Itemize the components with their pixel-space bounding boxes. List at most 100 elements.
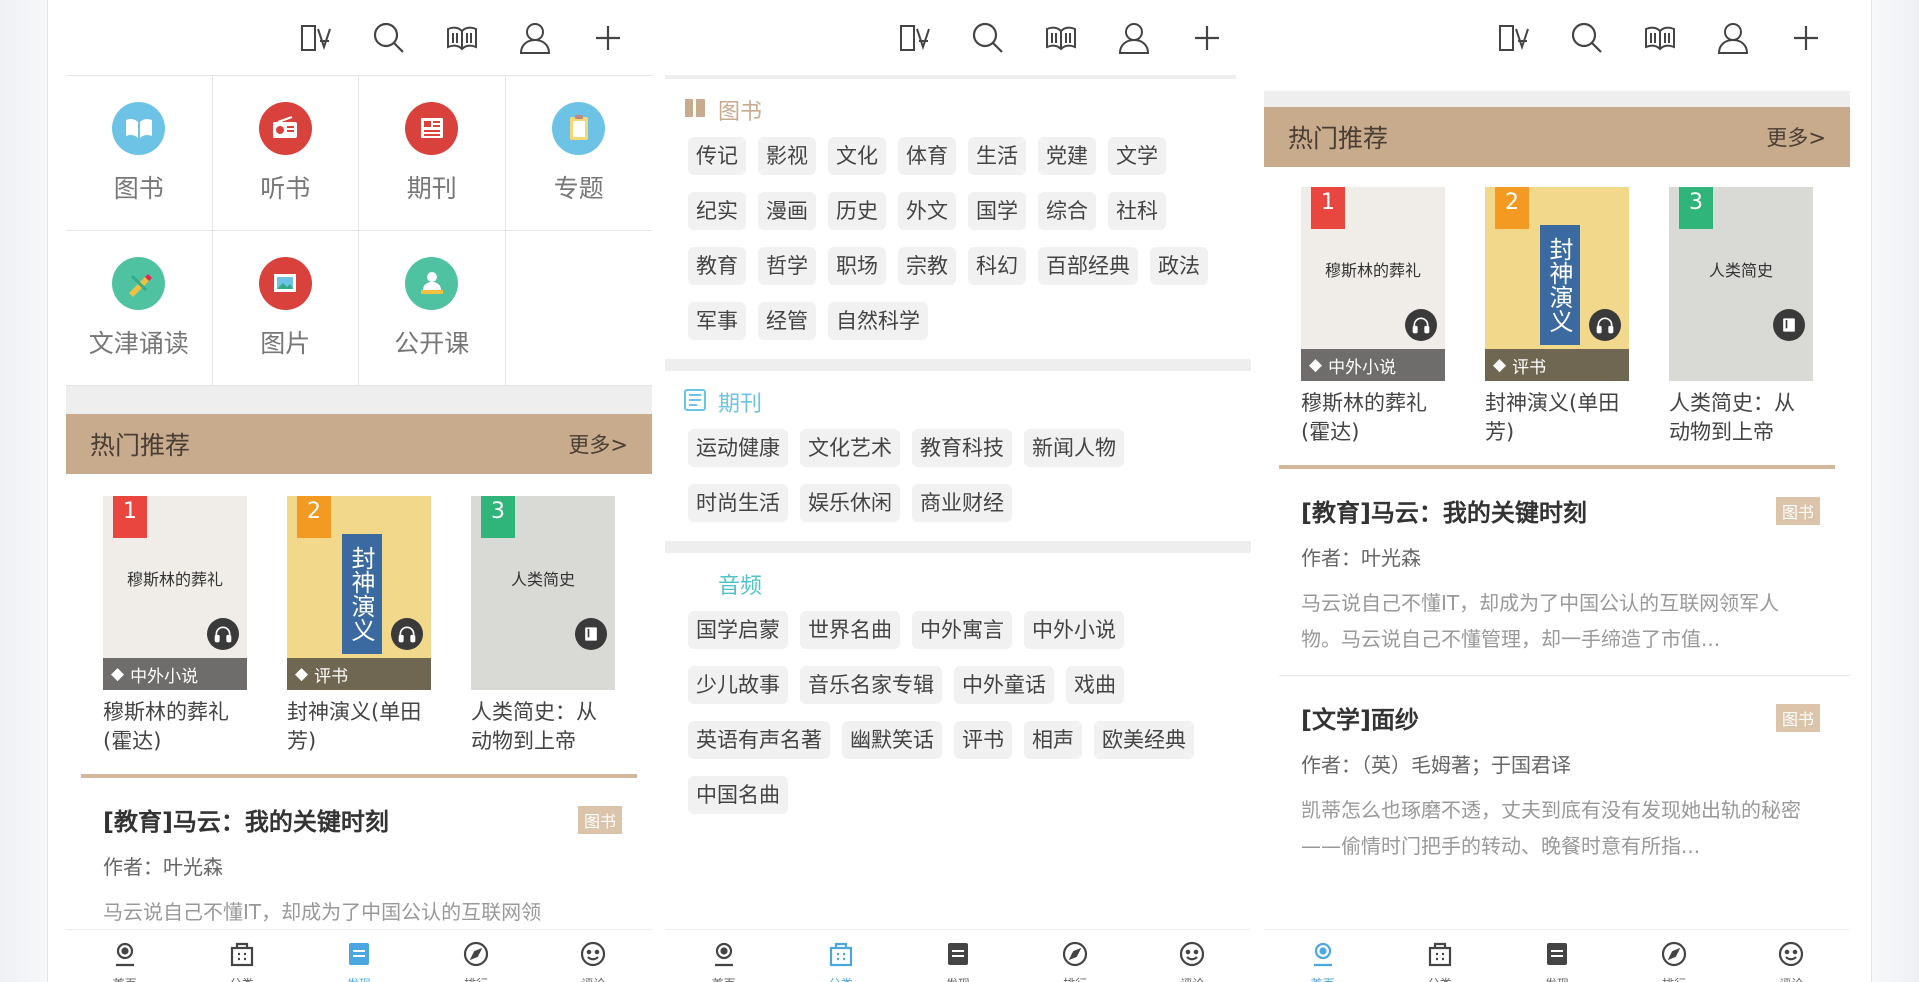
nav-discover[interactable]: 发现: [928, 930, 988, 982]
user-icon[interactable]: [498, 0, 571, 75]
book-cover[interactable]: 人类简史 3: [1669, 187, 1813, 381]
category-tag[interactable]: 中外童话: [954, 666, 1054, 704]
nav-category[interactable]: 分类: [1410, 930, 1470, 982]
book-card[interactable]: 封神演义 2 ◆ 评书 封神演义(单田芳): [287, 496, 431, 756]
book-cover[interactable]: 人类简史 3: [471, 496, 615, 690]
category-tag[interactable]: 文化: [828, 137, 886, 175]
category-tag[interactable]: 文学: [1108, 137, 1166, 175]
font-icon[interactable]: [279, 0, 352, 75]
nav-compass[interactable]: 排行: [1644, 930, 1704, 982]
grid-item[interactable]: 图书: [66, 76, 213, 231]
book-open-icon[interactable]: [1623, 0, 1696, 75]
category-tag[interactable]: 欧美经典: [1094, 721, 1194, 759]
category-tag[interactable]: 体育: [898, 137, 956, 175]
nav-home[interactable]: 首页: [694, 930, 754, 982]
nav-smile[interactable]: 评论: [1761, 930, 1821, 982]
category-tag[interactable]: 哲学: [758, 247, 816, 285]
article-item[interactable]: [文学]面纱 图书 作者：（英）毛姆著；于国君译 凯蒂怎么也琢磨不透，丈夫到底有没有发…: [1264, 676, 1850, 864]
category-tag[interactable]: 社科: [1108, 192, 1166, 230]
grid-item[interactable]: 专题: [505, 76, 652, 231]
category-tag[interactable]: 国学: [968, 192, 1026, 230]
font-icon[interactable]: [878, 0, 951, 75]
nav-compass[interactable]: 排行: [446, 930, 506, 982]
category-tag[interactable]: 商业财经: [912, 484, 1012, 522]
book-cover[interactable]: 封神演义 2 ◆ 评书: [287, 496, 431, 690]
grid-item[interactable]: 图片: [212, 231, 359, 386]
category-tag[interactable]: 职场: [828, 247, 886, 285]
category-tag[interactable]: 宗教: [898, 247, 956, 285]
category-tag[interactable]: 英语有声名著: [688, 721, 830, 759]
book-open-icon[interactable]: [425, 0, 498, 75]
category-tag[interactable]: 教育: [688, 247, 746, 285]
search-icon[interactable]: [352, 0, 425, 75]
category-tag[interactable]: 党建: [1038, 137, 1096, 175]
category-tag[interactable]: 教育科技: [912, 429, 1012, 467]
nav-home[interactable]: 首页: [1293, 930, 1353, 982]
category-tag[interactable]: 经管: [758, 302, 816, 340]
article-item[interactable]: [教育]马云：我的关键时刻 图书 作者：叶光森 马云说自己不懂IT，却成为了中国…: [66, 778, 652, 930]
category-tag[interactable]: 戏曲: [1066, 666, 1124, 704]
category-tag[interactable]: 历史: [828, 192, 886, 230]
category-tag[interactable]: 综合: [1038, 192, 1096, 230]
category-tag[interactable]: 自然科学: [828, 302, 928, 340]
category-tag[interactable]: 外文: [898, 192, 956, 230]
nav-category[interactable]: 分类: [212, 930, 272, 982]
category-tag[interactable]: 百部经典: [1038, 247, 1138, 285]
category-tag[interactable]: 幽默笑话: [842, 721, 942, 759]
category-tag[interactable]: 少儿故事: [688, 666, 788, 704]
category-tag[interactable]: 世界名曲: [800, 611, 900, 649]
book-card[interactable]: 穆斯林的葬礼 1 ◆ 中外小说 穆斯林的葬礼(霍达): [1301, 187, 1445, 447]
book-icon[interactable]: [1773, 309, 1805, 341]
user-icon[interactable]: [1696, 0, 1769, 75]
category-tag[interactable]: 军事: [688, 302, 746, 340]
book-cover[interactable]: 封神演义 2 ◆ 评书: [1485, 187, 1629, 381]
category-tag[interactable]: 娱乐休闲: [800, 484, 900, 522]
headphones-icon[interactable]: [391, 618, 423, 650]
book-cover[interactable]: 穆斯林的葬礼 1 ◆ 中外小说: [103, 496, 247, 690]
category-tag[interactable]: 中外寓言: [912, 611, 1012, 649]
nav-discover[interactable]: 发现: [329, 930, 389, 982]
category-tag[interactable]: 音乐名家专辑: [800, 666, 942, 704]
nav-compass[interactable]: 排行: [1045, 930, 1105, 982]
grid-item[interactable]: 公开课: [359, 231, 506, 386]
nav-category[interactable]: 分类: [811, 930, 871, 982]
category-tag[interactable]: 评书: [954, 721, 1012, 759]
search-icon[interactable]: [951, 0, 1024, 75]
category-tag[interactable]: 科幻: [968, 247, 1026, 285]
more-link[interactable]: 更多>: [568, 429, 628, 459]
category-tag[interactable]: 政法: [1150, 247, 1208, 285]
category-tag[interactable]: 纪实: [688, 192, 746, 230]
book-card[interactable]: 封神演义 2 ◆ 评书 封神演义(单田芳): [1485, 187, 1629, 447]
book-card[interactable]: 人类简史 3 人类简史：从动物到上帝: [1669, 187, 1813, 447]
grid-item[interactable]: 文津诵读: [66, 231, 213, 386]
grid-item[interactable]: 听书: [212, 76, 359, 231]
category-tag[interactable]: 文化艺术: [800, 429, 900, 467]
category-tag[interactable]: 运动健康: [688, 429, 788, 467]
headphones-icon[interactable]: [1589, 309, 1621, 341]
headphones-icon[interactable]: [1405, 309, 1437, 341]
plus-icon[interactable]: [571, 0, 644, 75]
nav-smile[interactable]: 评论: [563, 930, 623, 982]
category-tag[interactable]: 新闻人物: [1024, 429, 1124, 467]
category-tag[interactable]: 中外小说: [1024, 611, 1124, 649]
book-cover[interactable]: 穆斯林的葬礼 1 ◆ 中外小说: [1301, 187, 1445, 381]
category-tag[interactable]: 时尚生活: [688, 484, 788, 522]
category-tag[interactable]: 相声: [1024, 721, 1082, 759]
category-tag[interactable]: 影视: [758, 137, 816, 175]
grid-item[interactable]: 期刊: [359, 76, 506, 231]
nav-smile[interactable]: 评论: [1162, 930, 1222, 982]
book-card[interactable]: 人类简史 3 人类简史：从动物到上帝: [471, 496, 615, 756]
category-tag[interactable]: 国学启蒙: [688, 611, 788, 649]
search-icon[interactable]: [1550, 0, 1623, 75]
nav-discover[interactable]: 发现: [1527, 930, 1587, 982]
book-card[interactable]: 穆斯林的葬礼 1 ◆ 中外小说 穆斯林的葬礼(霍达): [103, 496, 247, 756]
book-icon[interactable]: [575, 618, 607, 650]
headphones-icon[interactable]: [207, 618, 239, 650]
article-item[interactable]: [教育]马云：我的关键时刻 图书 作者：叶光森 马云说自己不懂IT，却成为了中国公认的…: [1264, 469, 1850, 657]
user-icon[interactable]: [1097, 0, 1170, 75]
plus-icon[interactable]: [1170, 0, 1243, 75]
book-open-icon[interactable]: [1024, 0, 1097, 75]
category-tag[interactable]: 中国名曲: [688, 776, 788, 814]
category-tag[interactable]: 传记: [688, 137, 746, 175]
plus-icon[interactable]: [1769, 0, 1842, 75]
